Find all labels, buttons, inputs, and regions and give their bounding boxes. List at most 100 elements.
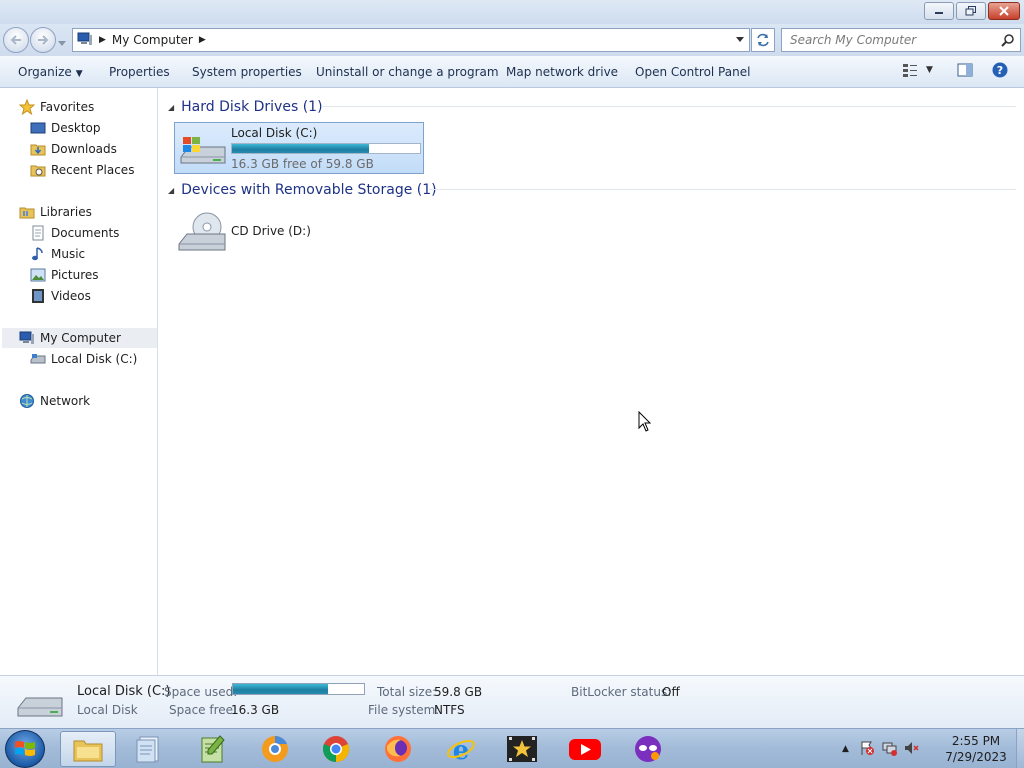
cd-drive-icon [177,210,227,259]
address-dropdown-icon[interactable] [735,34,745,49]
taskbar-mask-app[interactable] [620,731,676,767]
collapse-triangle-icon[interactable]: ◢ [168,103,174,112]
open-control-panel-button[interactable]: Open Control Panel [635,65,750,79]
sidebar-item-favorites[interactable]: Favorites [19,97,94,117]
sidebar-item-libraries[interactable]: Libraries [19,202,92,222]
group-header-removable[interactable]: ◢ Devices with Removable Storage (1) [168,180,437,200]
uninstall-program-button[interactable]: Uninstall or change a program [316,65,499,79]
restore-button[interactable] [956,2,986,20]
sidebar-item-documents[interactable]: Documents [30,223,119,243]
sidebar-item-network[interactable]: Network [19,391,90,411]
sidebar-item-my-computer[interactable]: My Computer [2,328,157,348]
help-button[interactable]: ? [992,62,1008,78]
sidebar-item-videos[interactable]: Videos [30,286,91,306]
sidebar-item-music[interactable]: Music [30,244,85,264]
details-drive-type: Local Disk [77,703,138,717]
forward-arrow-icon [38,35,49,45]
preview-pane-button[interactable] [957,62,973,78]
sidebar-item-local-disk[interactable]: Local Disk (C:) [30,349,137,369]
total-size-label: Total size: [377,685,437,699]
taskbar-chromium-app[interactable] [247,731,303,767]
view-dropdown-button[interactable]: ▼ [926,65,933,75]
breadcrumb-chevron-icon[interactable]: ▶ [199,35,206,45]
back-button[interactable] [3,27,29,53]
drive-usage-fill [232,144,369,153]
taskbar-windows-explorer[interactable] [60,731,116,767]
taskbar-notepad-plus[interactable] [184,731,240,767]
show-desktop-button[interactable] [1016,729,1024,768]
network-status-icon[interactable] [881,740,897,759]
hard-drive-windows-icon [179,133,227,172]
clock-time: 2:55 PM [951,734,1001,748]
breadcrumb-my-computer[interactable]: My Computer [112,33,193,47]
notification-area: ▲ [842,729,919,768]
taskbar-video-app[interactable] [494,731,550,767]
sidebar-item-label: Desktop [51,121,101,135]
minimize-button[interactable] [924,2,954,20]
recent-pages-dropdown[interactable] [58,36,66,50]
group-header-hard-disks[interactable]: ◢ Hard Disk Drives (1) [168,97,323,117]
collapse-triangle-icon[interactable]: ◢ [168,186,174,195]
search-icon[interactable] [1001,33,1015,50]
properties-button[interactable]: Properties [109,65,170,79]
change-view-button[interactable] [902,62,918,78]
content-pane: ◢ Hard Disk Drives (1) Local Disk (C:) 1… [159,88,1024,675]
notepad-doc-icon [136,736,159,763]
organize-menu[interactable]: Organize ▼ [18,65,83,79]
show-hidden-icons-icon[interactable]: ▲ [842,744,849,754]
close-button[interactable] [988,2,1020,20]
sidebar-item-label: Pictures [51,268,99,282]
drive-free-text: 16.3 GB free of 59.8 GB [231,157,374,171]
volume-muted-icon[interactable] [903,740,919,759]
navigation-pane: Favorites Desktop Downloads Recent Place… [0,88,158,675]
taskbar-youtube[interactable] [557,731,613,767]
internet-explorer-icon: e [447,736,475,764]
notepad-plus-icon [201,735,225,763]
view-options-icon [903,64,917,77]
details-drive-name: Local Disk (C:) [77,684,171,699]
space-free-value: 16.3 GB [231,703,280,717]
breadcrumb-separator-icon[interactable]: ▶ [99,35,106,45]
taskbar-document-app[interactable] [120,731,176,767]
sidebar-item-label: My Computer [40,331,121,345]
search-input[interactable] [790,33,990,47]
system-properties-button[interactable]: System properties [192,65,302,79]
system-clock[interactable]: 2:55 PM 7/29/2023 [936,733,1016,765]
action-center-flag-icon[interactable] [859,740,875,759]
sidebar-item-desktop[interactable]: Desktop [30,118,101,138]
taskbar-internet-explorer[interactable]: e [433,731,489,767]
sidebar-item-label: Videos [51,289,91,303]
network-globe-icon [19,393,35,409]
clock-date: 7/29/2023 [945,750,1007,764]
start-button[interactable] [5,730,45,768]
sidebar-item-label: Documents [51,226,120,240]
taskbar-chrome[interactable] [308,731,364,767]
address-row: ▶ My Computer ▶ [0,24,1024,56]
file-system-label: File system: [368,703,440,717]
sidebar-item-recent-places[interactable]: Recent Places [30,160,134,180]
desktop-icon [30,120,46,136]
drive-tile-cd-drive[interactable]: CD Drive (D:) [174,208,374,258]
forward-button[interactable] [30,27,56,53]
chevron-down-icon [58,41,66,46]
drive-name: Local Disk (C:) [231,126,318,140]
drive-tile-local-disk[interactable]: Local Disk (C:) 16.3 GB free of 59.8 GB [174,122,424,174]
firefox-icon [385,736,411,762]
computer-icon [77,32,93,49]
taskbar-firefox[interactable] [370,731,426,767]
film-strip-icon [30,288,46,304]
space-used-bar [232,683,365,695]
address-bar[interactable]: ▶ My Computer ▶ [72,28,750,52]
sidebar-item-pictures[interactable]: Pictures [30,265,99,285]
sidebar-item-label: Music [51,247,86,261]
space-used-label: Space used: [164,685,238,699]
chevron-down-icon: ▼ [75,69,83,79]
sidebar-item-downloads[interactable]: Downloads [30,139,117,159]
pictures-icon [30,267,46,283]
refresh-button[interactable] [751,28,775,52]
search-box[interactable] [781,28,1021,52]
bitlocker-value: Off [662,685,680,699]
map-network-drive-button[interactable]: Map network drive [506,65,618,79]
mask-app-icon [635,736,661,762]
group-title: Hard Disk Drives (1) [181,99,323,115]
